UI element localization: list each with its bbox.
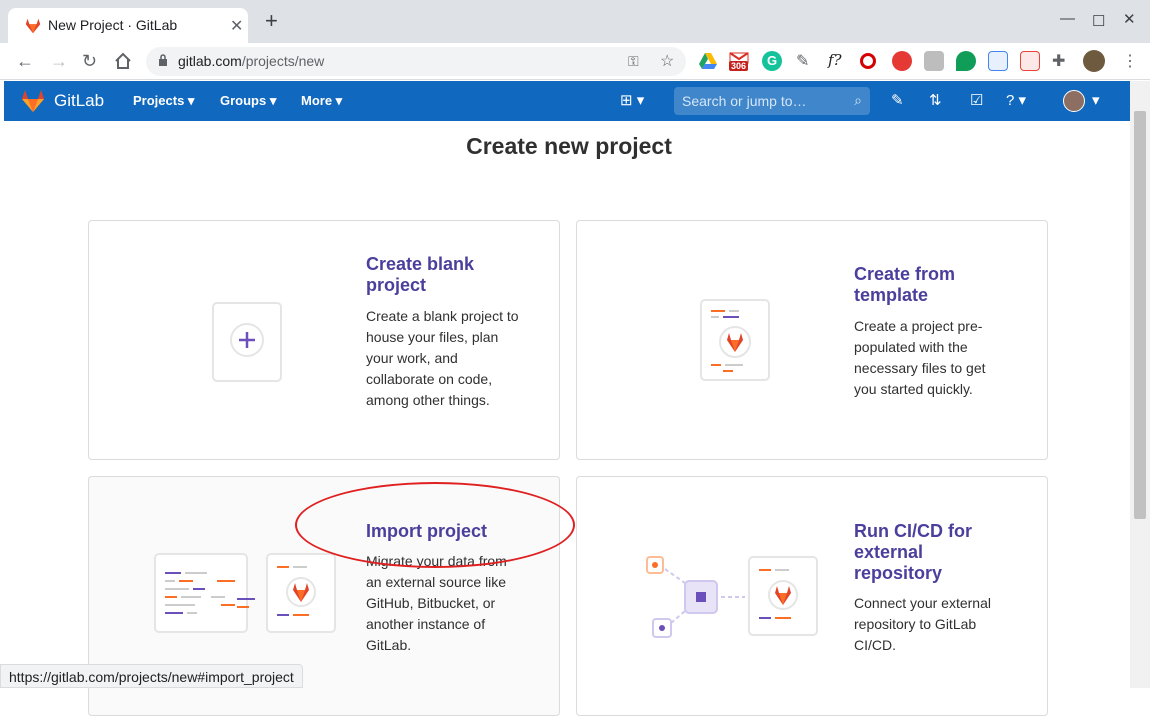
minimize-icon[interactable]: —	[1060, 10, 1075, 27]
extensions-puzzle-icon[interactable]: ✚	[1052, 51, 1072, 71]
search-icon: ⌕	[854, 92, 862, 108]
browser-toolbar: ← → ↻ gitlab.com/projects/new ⚿ ☆ 306 G …	[0, 43, 1150, 80]
gmail-badge: 306	[729, 61, 749, 71]
bookmark-star-icon[interactable]: ☆	[660, 51, 674, 71]
search-input[interactable]: Search or jump to… ⌕	[674, 87, 870, 115]
cicd-illustration	[646, 556, 818, 638]
card-title[interactable]: Create from template	[854, 264, 1014, 306]
gitlab-navbar: GitLab Projects ▾ Groups ▾ More ▾ ⊞ ▾ Se…	[4, 81, 1130, 121]
maximize-icon[interactable]: ☐	[1092, 12, 1105, 30]
address-bar[interactable]: gitlab.com/projects/new ⚿ ☆	[146, 47, 686, 76]
close-tab-icon[interactable]: ✕	[230, 16, 243, 36]
issues-icon[interactable]: ✎	[891, 91, 904, 111]
forward-icon[interactable]: →	[50, 51, 68, 71]
card-run-cicd-external[interactable]: Run CI/CD for external repository Connec…	[576, 476, 1048, 716]
eyedropper-icon[interactable]: ✎	[796, 51, 816, 71]
template-illustration	[700, 299, 770, 381]
todos-icon[interactable]: ☑	[970, 91, 983, 111]
lock-icon	[159, 54, 167, 66]
close-window-icon[interactable]: ✕	[1123, 10, 1136, 28]
status-bar-url: https://gitlab.com/projects/new#import_p…	[0, 664, 303, 688]
gmail-checker-icon[interactable]: 306	[729, 51, 749, 71]
page-content: Create new project Create blank project …	[4, 121, 1130, 716]
back-icon[interactable]: ←	[16, 51, 34, 71]
extension-red-icon[interactable]	[892, 51, 912, 71]
import-project-illustration	[154, 553, 336, 633]
home-icon[interactable]	[114, 52, 132, 70]
user-avatar[interactable]	[1063, 90, 1085, 112]
help-icon[interactable]: ? ▾	[1006, 91, 1026, 111]
tab-title: New Project · GitLab	[48, 17, 178, 33]
record-icon[interactable]	[860, 53, 876, 69]
menu-groups[interactable]: Groups ▾	[220, 93, 276, 109]
url-text: gitlab.com/projects/new	[178, 53, 325, 69]
font-finder-icon[interactable]: f?	[828, 51, 848, 71]
profile-avatar[interactable]	[1083, 50, 1105, 72]
menu-projects[interactable]: Projects ▾	[133, 93, 194, 109]
google-drive-icon[interactable]	[698, 51, 718, 71]
new-item-icon[interactable]: ⊞ ▾	[620, 91, 644, 111]
gitlab-favicon-icon	[25, 18, 41, 34]
evernote-icon[interactable]	[956, 51, 976, 71]
new-tab-icon[interactable]: +	[265, 10, 278, 32]
merge-requests-icon[interactable]: ⇅	[929, 91, 942, 111]
scrollbar-thumb[interactable]	[1134, 111, 1146, 519]
card-title[interactable]: Create blank project	[366, 254, 526, 296]
extension-window-icon[interactable]	[1020, 51, 1040, 71]
card-description: Create a project pre-populated with the …	[854, 318, 986, 397]
page-scrollbar[interactable]	[1130, 81, 1150, 688]
blank-project-illustration	[212, 302, 282, 382]
browser-tab[interactable]: New Project · GitLab ✕	[8, 8, 248, 43]
card-create-blank[interactable]: Create blank project Create a blank proj…	[88, 220, 560, 460]
user-menu-chevron-icon[interactable]: ▾	[1092, 91, 1100, 111]
page-title: Create new project	[466, 133, 672, 159]
annotation-ellipse	[295, 482, 575, 568]
card-title[interactable]: Run CI/CD for external repository	[854, 521, 1014, 584]
extension-grey-icon[interactable]	[924, 51, 944, 71]
key-icon[interactable]: ⚿	[628, 53, 639, 70]
chrome-menu-icon[interactable]: ⋮	[1122, 51, 1142, 71]
docs-icon[interactable]	[988, 51, 1008, 71]
card-description: Connect your external repository to GitL…	[854, 595, 991, 653]
card-create-from-template[interactable]: Create from template Create a project pr…	[576, 220, 1048, 460]
browser-tab-bar: New Project · GitLab ✕ + — ☐ ✕	[0, 0, 1150, 43]
gitlab-logo-icon[interactable]	[20, 88, 46, 114]
reload-icon[interactable]: ↻	[82, 51, 97, 71]
menu-more[interactable]: More ▾	[301, 93, 342, 109]
grammarly-icon[interactable]: G	[762, 51, 782, 71]
gitlab-brand[interactable]: GitLab	[54, 91, 104, 111]
card-description: Create a blank project to house your fil…	[366, 308, 519, 408]
